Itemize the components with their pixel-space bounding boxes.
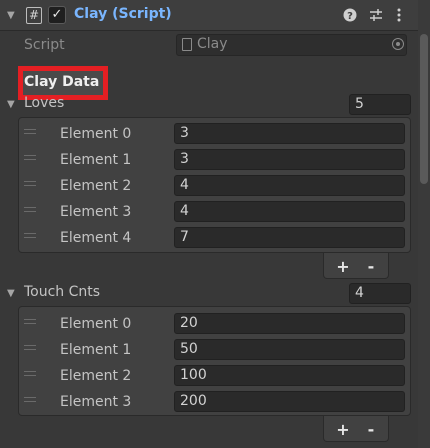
- component-title[interactable]: Clay (Script): [74, 6, 172, 22]
- script-label: Script: [24, 37, 65, 53]
- add-element-button[interactable]: +: [333, 258, 353, 276]
- add-element-button[interactable]: +: [333, 421, 353, 439]
- touch-cnts-foldout-arrow-icon[interactable]: ▼: [7, 288, 15, 300]
- presets-icon[interactable]: [369, 8, 383, 27]
- loves-label[interactable]: Loves: [24, 95, 64, 111]
- drag-handle-icon[interactable]: [24, 154, 36, 162]
- list-item-label: Element 0: [60, 126, 132, 142]
- list-item-value[interactable]: 7: [174, 227, 405, 248]
- script-icon: #: [26, 7, 42, 24]
- list-item-value[interactable]: 4: [174, 175, 405, 196]
- drag-handle-icon[interactable]: [24, 206, 36, 214]
- list-item-label: Element 0: [60, 316, 132, 332]
- svg-text:?: ?: [347, 11, 353, 22]
- object-picker-icon[interactable]: [392, 38, 404, 50]
- script-file-icon: [182, 38, 192, 51]
- remove-element-button[interactable]: -: [361, 421, 381, 439]
- list-item-value[interactable]: 100: [174, 365, 405, 386]
- drag-handle-icon[interactable]: [24, 180, 36, 188]
- list-item-value[interactable]: 3: [174, 149, 405, 170]
- touch-cnts-label[interactable]: Touch Cnts: [24, 284, 100, 300]
- list-item-value[interactable]: 200: [174, 391, 405, 412]
- drag-handle-icon[interactable]: [24, 232, 36, 240]
- kebab-menu-icon[interactable]: [396, 8, 402, 27]
- list-item-value[interactable]: 50: [174, 339, 405, 360]
- drag-handle-icon[interactable]: [24, 370, 36, 378]
- list-item-label: Element 2: [60, 368, 132, 384]
- drag-handle-icon[interactable]: [24, 318, 36, 326]
- remove-element-button[interactable]: -: [361, 258, 381, 276]
- list-item-value[interactable]: 20: [174, 313, 405, 334]
- drag-handle-icon[interactable]: [24, 128, 36, 136]
- script-value: Clay: [197, 36, 228, 52]
- drag-handle-icon[interactable]: [24, 396, 36, 404]
- clay-data-header: Clay Data: [24, 74, 100, 90]
- drag-handle-icon[interactable]: [24, 344, 36, 352]
- list-item-label: Element 3: [60, 204, 132, 220]
- touch-cnts-size-field[interactable]: 4: [349, 283, 411, 304]
- foldout-arrow-icon[interactable]: ▼: [7, 10, 15, 22]
- loves-foldout-arrow-icon[interactable]: ▼: [7, 99, 15, 111]
- list-item-label: Element 3: [60, 394, 132, 410]
- list-item-value[interactable]: 4: [174, 201, 405, 222]
- list-item-label: Element 1: [60, 342, 132, 358]
- scrollbar-thumb[interactable]: [420, 34, 428, 184]
- help-icon[interactable]: ?: [343, 8, 357, 27]
- list-item-label: Element 2: [60, 178, 132, 194]
- component-enabled-checkbox[interactable]: ✓: [48, 6, 66, 24]
- script-object-field[interactable]: Clay: [176, 34, 407, 56]
- loves-size-field[interactable]: 5: [349, 94, 411, 115]
- list-item-label: Element 4: [60, 230, 132, 246]
- list-item-label: Element 1: [60, 152, 132, 168]
- list-item-value[interactable]: 3: [174, 123, 405, 144]
